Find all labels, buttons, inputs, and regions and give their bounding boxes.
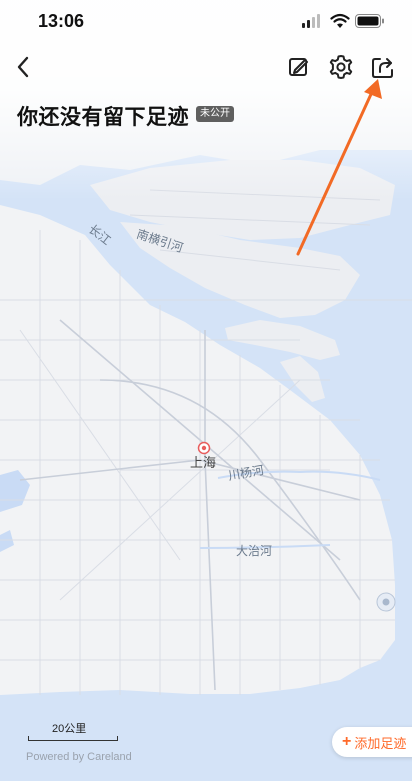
share-button[interactable] [368,52,398,82]
edit-button[interactable] [284,52,314,82]
gear-icon [329,55,353,79]
map-attribution: Powered by Careland [26,751,132,763]
page-title: 你还没有留下足迹 [17,106,189,129]
edit-icon [289,58,308,76]
add-footprint-button[interactable]: + 添加足迹 [332,727,412,757]
wifi-icon [330,13,350,28]
status-time: 13:06 [38,11,85,31]
scale-bar [28,736,118,741]
add-footprint-label: 添加足迹 [354,735,407,751]
back-button[interactable] [8,52,38,82]
plus-icon: + [342,733,352,750]
compass-icon[interactable] [375,591,397,613]
battery-icon [355,14,384,28]
chevron-left-icon [17,56,29,78]
scale-label: 20公里 [52,723,87,735]
settings-button[interactable] [326,52,356,82]
river-label: 大治河 [236,544,273,558]
visibility-badge: 未公开 [196,106,234,122]
status-bar: 13:06 [0,0,412,44]
share-icon [372,58,393,78]
city-label: 上海 [190,455,217,470]
cellular-signal-icon [302,14,320,28]
